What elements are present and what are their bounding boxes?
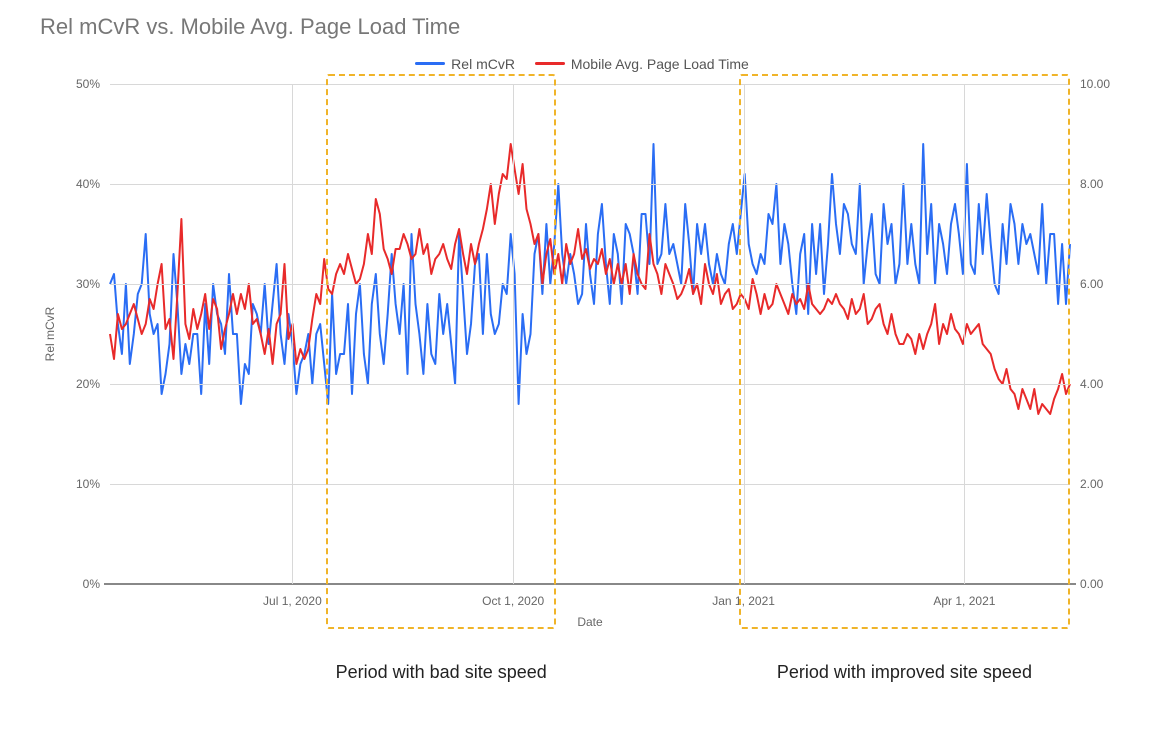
gridline-v xyxy=(964,84,965,584)
legend-swatch-b xyxy=(535,62,565,65)
y-right-tick: 2.00 xyxy=(1080,477,1103,491)
gridline-v xyxy=(744,84,745,584)
plot-area: Rel mCvR Date 0%0.0010%2.0020%4.0030%6.0… xyxy=(55,84,1109,629)
y-left-tick: 40% xyxy=(76,177,100,191)
x-tick: Apr 1, 2021 xyxy=(933,594,995,608)
legend-item-b: Mobile Avg. Page Load Time xyxy=(535,56,749,72)
x-axis-label: Date xyxy=(577,615,602,629)
x-tick: Jul 1, 2020 xyxy=(263,594,322,608)
gridline-h xyxy=(110,484,1070,485)
x-tick: Jan 1, 2021 xyxy=(712,594,775,608)
y-left-tick: 30% xyxy=(76,277,100,291)
highlight-caption-bad: Period with bad site speed xyxy=(336,662,547,683)
y-right-tick: 8.00 xyxy=(1080,177,1103,191)
y-left-tick: 20% xyxy=(76,377,100,391)
gridline-h xyxy=(110,84,1070,85)
series-line-rel-mcvr xyxy=(110,144,1070,404)
y-right-tick: 0.00 xyxy=(1080,577,1103,591)
gridline-v xyxy=(513,84,514,584)
y-right-tick: 10.00 xyxy=(1080,77,1110,91)
legend: Rel mCvR Mobile Avg. Page Load Time xyxy=(0,52,1164,72)
y-right-tick: 4.00 xyxy=(1080,377,1103,391)
x-tick: Oct 1, 2020 xyxy=(482,594,544,608)
highlight-caption-good: Period with improved site speed xyxy=(777,662,1032,683)
gridline-h xyxy=(110,184,1070,185)
gridline-v xyxy=(292,84,293,584)
y-left-tick: 50% xyxy=(76,77,100,91)
plot-inner: Date 0%0.0010%2.0020%4.0030%6.0040%8.005… xyxy=(110,84,1070,584)
gridline-h xyxy=(110,384,1070,385)
legend-swatch-a xyxy=(415,62,445,65)
x-axis-baseline xyxy=(104,583,1076,585)
y-left-tick: 0% xyxy=(83,577,100,591)
y-left-tick: 10% xyxy=(76,477,100,491)
legend-label-b: Mobile Avg. Page Load Time xyxy=(571,56,749,72)
chart-title: Rel mCvR vs. Mobile Avg. Page Load Time xyxy=(40,14,460,40)
line-chart-svg xyxy=(110,84,1070,584)
y-axis-label: Rel mCvR xyxy=(43,307,57,362)
gridline-h xyxy=(110,284,1070,285)
y-right-tick: 6.00 xyxy=(1080,277,1103,291)
legend-label-a: Rel mCvR xyxy=(451,56,515,72)
legend-item-a: Rel mCvR xyxy=(415,56,515,72)
